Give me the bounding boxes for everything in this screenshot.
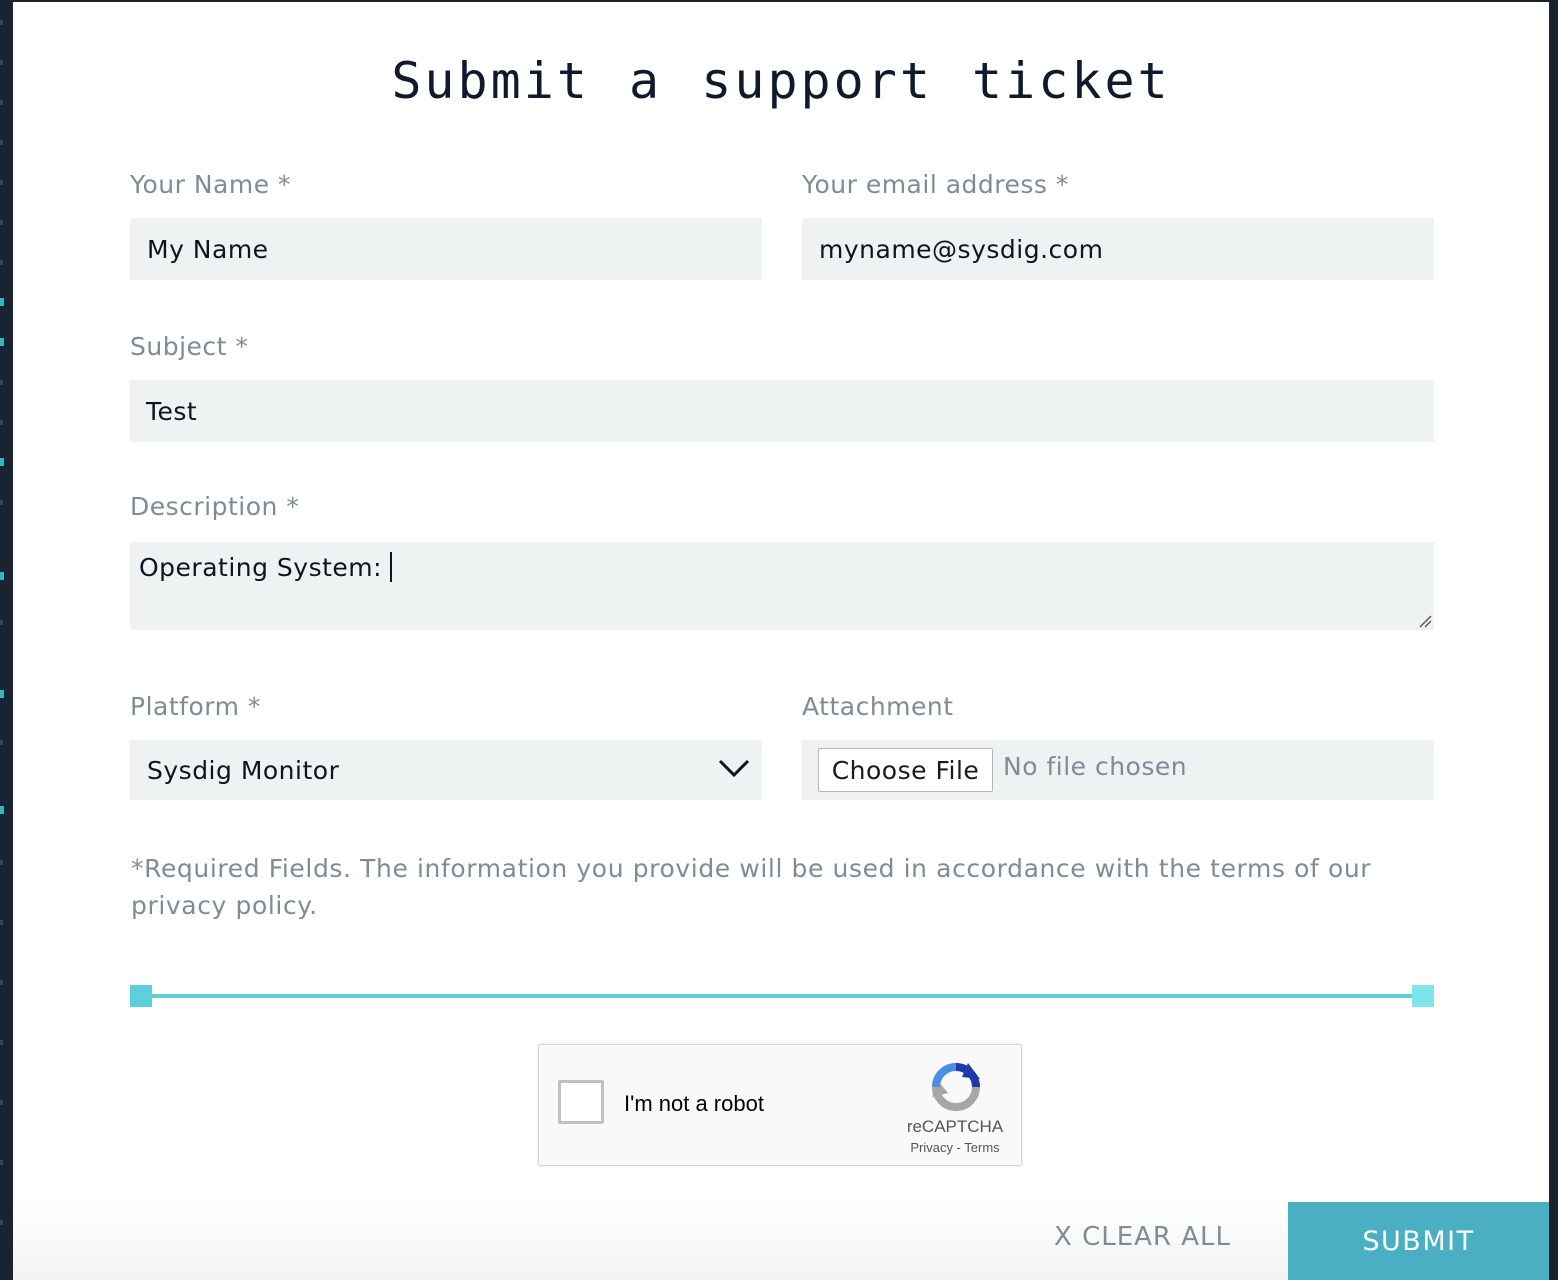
frame-dash bbox=[0, 140, 3, 145]
recaptcha-privacy-terms-links[interactable]: Privacy - Terms bbox=[899, 1140, 1011, 1155]
frame-dash bbox=[0, 60, 3, 65]
recaptcha-icon bbox=[932, 1063, 980, 1111]
email-field[interactable]: myname@sysdig.com bbox=[802, 218, 1434, 280]
choose-file-button[interactable]: Choose File bbox=[818, 748, 993, 792]
frame-dash bbox=[0, 980, 3, 985]
name-field[interactable]: My Name bbox=[130, 218, 762, 280]
frame-dash bbox=[0, 220, 3, 225]
email-value: myname@sysdig.com bbox=[819, 234, 1104, 264]
platform-label: Platform * bbox=[130, 692, 261, 721]
required-fields-note: *Required Fields. The information you pr… bbox=[131, 854, 1372, 920]
window-frame-right bbox=[1549, 0, 1558, 1280]
frame-dash bbox=[0, 1220, 3, 1225]
frame-tick bbox=[0, 338, 4, 346]
frame-dash bbox=[0, 1160, 3, 1165]
window-frame-left bbox=[0, 0, 13, 1280]
frame-tick bbox=[0, 690, 4, 698]
frame-dash bbox=[0, 1100, 3, 1105]
text-caret bbox=[390, 552, 393, 582]
frame-dash bbox=[0, 920, 3, 925]
page-title: Submit a support ticket bbox=[391, 52, 1171, 110]
frame-dash bbox=[0, 420, 3, 425]
recaptcha-label: I'm not a robot bbox=[624, 1091, 764, 1116]
frame-dash bbox=[0, 100, 3, 105]
frame-tick bbox=[0, 298, 4, 306]
frame-tick bbox=[0, 806, 4, 814]
description-label: Description * bbox=[130, 492, 300, 521]
subject-label: Subject * bbox=[130, 332, 249, 361]
description-line: Operating System: bbox=[139, 552, 393, 582]
name-value: My Name bbox=[147, 234, 269, 264]
frame-dash bbox=[0, 20, 3, 25]
email-label: Your email address * bbox=[802, 170, 1069, 199]
chevron-down-icon bbox=[718, 759, 750, 778]
clear-all-button[interactable]: X CLEAR ALL bbox=[1054, 1222, 1231, 1252]
frame-dash bbox=[0, 180, 3, 185]
resize-grip-icon[interactable] bbox=[1418, 614, 1432, 628]
window-frame-top bbox=[0, 0, 1558, 2]
file-status-text: No file chosen bbox=[1003, 752, 1188, 781]
attachment-label: Attachment bbox=[802, 692, 954, 721]
description-value: Operating System: bbox=[139, 553, 383, 582]
divider-line bbox=[140, 994, 1425, 998]
frame-dash bbox=[0, 260, 3, 265]
frame-dash bbox=[0, 380, 3, 385]
frame-dash bbox=[0, 740, 3, 745]
recaptcha-widget: I'm not a robot reCAPTCHA Privacy - Term… bbox=[538, 1044, 1022, 1166]
frame-dash bbox=[0, 860, 3, 865]
name-label: Your Name * bbox=[130, 170, 292, 199]
frame-tick bbox=[0, 572, 4, 580]
description-textarea[interactable]: Operating System: bbox=[130, 542, 1434, 630]
recaptcha-brand: reCAPTCHA bbox=[906, 1117, 1004, 1136]
divider-node-left bbox=[130, 985, 152, 1007]
frame-dash bbox=[0, 500, 3, 505]
platform-select[interactable]: Sysdig Monitor bbox=[130, 740, 762, 800]
platform-selected-value: Sysdig Monitor bbox=[147, 755, 340, 785]
frame-dash bbox=[0, 620, 3, 625]
description-overflow-line bbox=[139, 622, 179, 628]
subject-value: Test bbox=[146, 396, 198, 426]
recaptcha-checkbox[interactable] bbox=[558, 1080, 604, 1124]
divider-node-right bbox=[1412, 985, 1434, 1007]
frame-dash bbox=[0, 1040, 3, 1045]
submit-button[interactable]: SUBMIT bbox=[1288, 1202, 1549, 1280]
subject-field[interactable]: Test bbox=[130, 380, 1434, 442]
frame-tick bbox=[0, 458, 4, 466]
